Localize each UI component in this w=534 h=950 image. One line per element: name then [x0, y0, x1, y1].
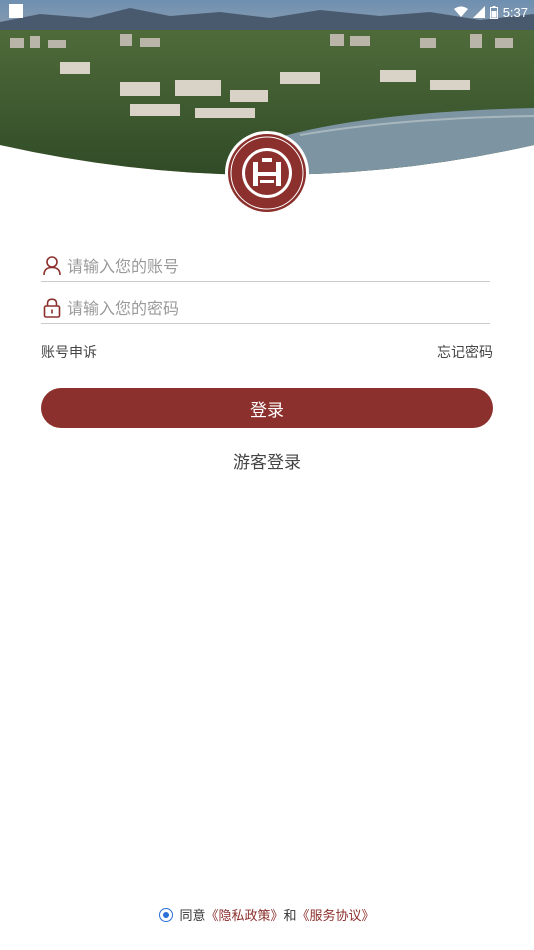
account-input[interactable] [67, 256, 490, 276]
agreement-radio[interactable] [159, 907, 174, 922]
lock-icon [41, 297, 63, 319]
account-appeal-link[interactable]: 账号申诉 [41, 342, 97, 362]
user-icon [41, 255, 63, 277]
signal-icon [472, 6, 485, 18]
status-bar: 5:37 [0, 0, 534, 24]
password-input[interactable] [67, 298, 490, 318]
agreement-row: 同意 《隐私政策》 和 《服务协议》 [0, 905, 534, 924]
forgot-password-link[interactable]: 忘记密码 [437, 342, 493, 362]
guest-login-link[interactable]: 游客登录 [0, 448, 534, 473]
status-icons: 5:37 [453, 2, 528, 22]
battery-icon [489, 5, 498, 19]
password-field[interactable] [41, 293, 490, 324]
radio-checked-dot [163, 911, 170, 918]
service-agreement-link[interactable]: 《服务协议》 [297, 905, 375, 924]
university-logo [224, 130, 310, 216]
notification-icon [9, 4, 23, 18]
login-button[interactable]: 登录 [41, 388, 493, 428]
agreement-conjunction: 和 [283, 909, 297, 924]
agreement-prefix: 同意 [179, 909, 206, 924]
account-field[interactable] [41, 251, 490, 282]
privacy-policy-link[interactable]: 《隐私政策》 [205, 905, 283, 924]
status-time: 5:37 [502, 4, 528, 20]
wifi-icon [453, 6, 468, 17]
